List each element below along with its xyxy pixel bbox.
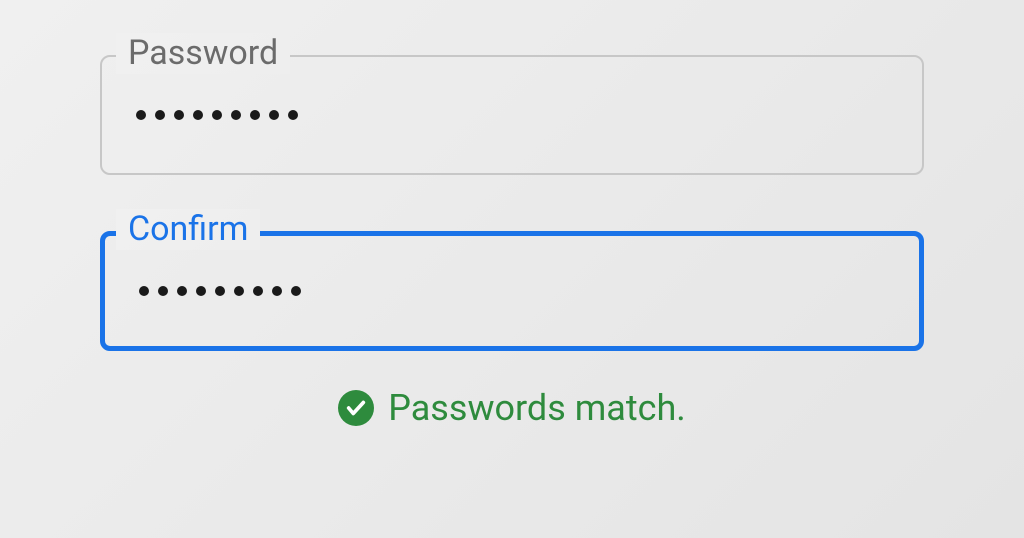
confirm-masked-value <box>139 286 301 296</box>
confirm-label: Confirm <box>116 209 260 250</box>
confirm-field-group: Confirm <box>100 231 924 351</box>
validation-status: Passwords match. <box>100 387 924 429</box>
validation-message: Passwords match. <box>388 387 686 429</box>
password-masked-value <box>136 110 298 120</box>
check-circle-icon <box>338 390 374 426</box>
password-field-group: Password <box>100 55 924 175</box>
password-label: Password <box>116 33 290 74</box>
